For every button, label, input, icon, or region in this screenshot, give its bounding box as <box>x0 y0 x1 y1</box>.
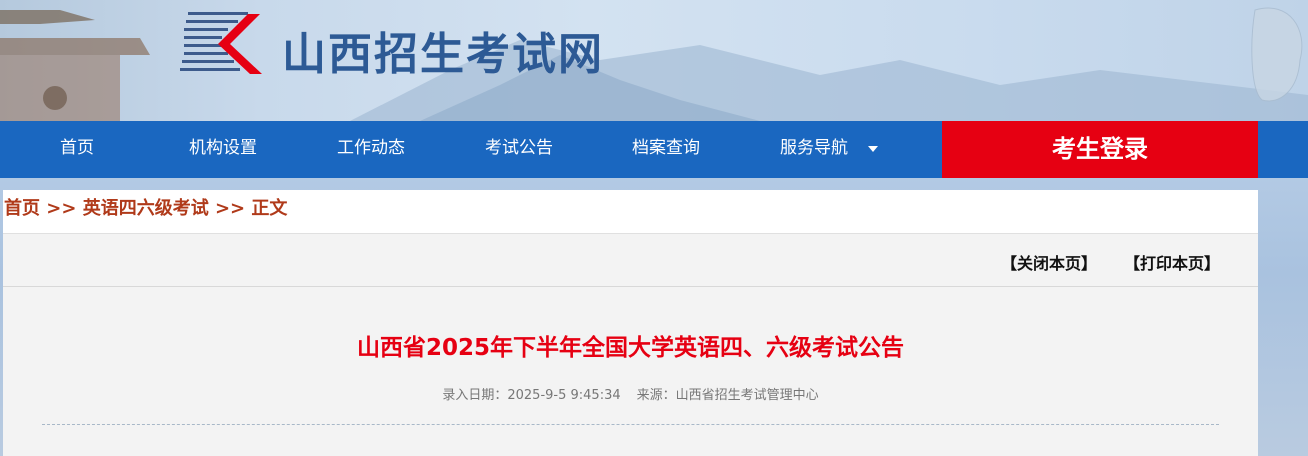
article-title: 山西省2025年下半年全国大学英语四、六级考试公告 <box>356 335 904 361</box>
breadcrumb-category[interactable]: 英语四六级考试 <box>83 198 209 219</box>
breadcrumb-separator: >> <box>208 198 252 219</box>
article-toolbar: 【关闭本页】 【打印本页】 <box>3 234 1258 287</box>
nav-item-services[interactable]: 服务导航 <box>780 121 848 178</box>
article-panel: 【关闭本页】 【打印本页】 山西省2025年下半年全国大学英语四、六级考试公告 … <box>3 233 1258 456</box>
divider <box>42 424 1219 425</box>
article-date: 录入日期：2025-9-5 9:45:34 <box>442 388 621 403</box>
print-page-button[interactable]: 【打印本页】 <box>1124 250 1220 274</box>
nav-item-organization[interactable]: 机构设置 <box>189 121 257 178</box>
header-banner: 山西招生考试网 <box>0 0 1308 121</box>
site-title: 山西招生考试网 <box>282 29 604 80</box>
chevron-down-icon[interactable] <box>868 146 878 152</box>
nav-item-exam-notices[interactable]: 考试公告 <box>485 121 553 178</box>
breadcrumb-separator: >> <box>40 198 83 219</box>
site-logo-icon <box>180 12 262 74</box>
close-page-button[interactable]: 【关闭本页】 <box>1001 250 1097 274</box>
nav-item-news[interactable]: 工作动态 <box>337 121 405 178</box>
article-meta: 录入日期：2025-9-5 9:45:34 来源：山西省招生考试管理中心 <box>3 384 1258 403</box>
student-login-button[interactable]: 考生登录 <box>942 121 1258 178</box>
article-source: 来源：山西省招生考试管理中心 <box>636 388 819 403</box>
breadcrumb-home[interactable]: 首页 <box>4 198 40 219</box>
breadcrumb-current: 正文 <box>251 198 288 219</box>
breadcrumb: 首页 >> 英语四六级考试 >> 正文 <box>3 190 1258 233</box>
nav-item-archive-query[interactable]: 档案查询 <box>632 121 700 178</box>
nav-item-home[interactable]: 首页 <box>60 121 94 178</box>
